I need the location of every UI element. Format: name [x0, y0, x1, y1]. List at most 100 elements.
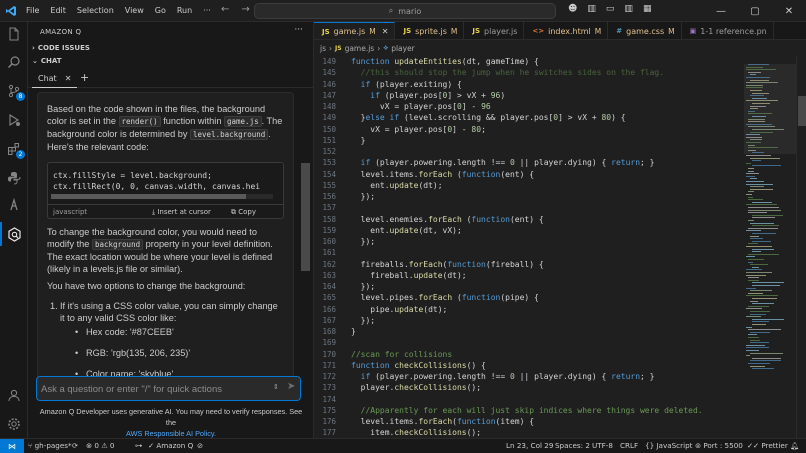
code-line[interactable]: ent.update(dt); — [351, 180, 442, 191]
menu-go[interactable]: Go — [155, 6, 166, 15]
toggle-secondary-sidebar-icon[interactable]: ▥ — [624, 4, 633, 14]
back-arrow-icon[interactable]: ← — [221, 4, 229, 15]
source-control-icon[interactable]: 8 — [6, 83, 25, 101]
amazon-q-status[interactable]: ✓ Amazon Q — [148, 441, 193, 450]
notification-icon[interactable]: ⊘ — [197, 441, 203, 450]
editor-tab[interactable]: ▣ 1-1 reference.pn — [682, 22, 774, 39]
copilot-icon[interactable]: ☻ — [568, 4, 577, 14]
new-chat-tab-button[interactable]: + — [80, 71, 89, 84]
search-view-icon[interactable] — [6, 54, 22, 70]
code-line[interactable]: if (player.pos[0] > vX + 96) — [351, 90, 505, 101]
end-of-line[interactable]: CRLF — [620, 441, 638, 450]
code-line[interactable]: } — [351, 326, 356, 337]
close-tab-icon[interactable]: ✕ — [65, 74, 72, 83]
history-updown-icon[interactable]: ⇕ — [273, 383, 279, 391]
remote-indicator-icon[interactable]: ⋈ — [0, 439, 24, 453]
sidebar-more-actions-icon[interactable]: ··· — [294, 25, 303, 35]
bell-icon[interactable]: 🔔︎ — [790, 441, 799, 450]
code-line[interactable]: if (player.exiting) { — [351, 79, 462, 90]
section-code-issues[interactable]: › CODE ISSUES — [32, 41, 310, 55]
settings-gear-icon[interactable] — [6, 416, 22, 432]
language-mode[interactable]: {} JavaScript — [645, 441, 692, 450]
insert-at-cursor-button[interactable]: ⤓ Insert at cursor — [152, 208, 211, 217]
send-icon[interactable]: ➤ — [287, 381, 295, 392]
toggle-primary-sidebar-icon[interactable]: ▥ — [587, 4, 596, 14]
editor-tab[interactable]: # game.css M — [608, 22, 682, 39]
code-line[interactable]: player.checkCollisions(); — [351, 382, 481, 393]
chat-input[interactable] — [41, 381, 261, 397]
cursor-position[interactable]: Ln 23, Col 29 — [506, 441, 553, 450]
menu-selection[interactable]: Selection — [77, 6, 114, 15]
code-line[interactable]: ent.update(dt, vX); — [351, 225, 462, 236]
breadcrumb-folder[interactable]: js — [320, 44, 326, 53]
responsible-ai-policy-link[interactable]: AWS Responsible AI Policy. — [126, 429, 216, 438]
minimize-icon[interactable]: — — [704, 0, 738, 22]
chat-scrollbar-thumb[interactable] — [301, 163, 310, 271]
editor-tab[interactable]: JS player.js — [464, 22, 525, 39]
code-line[interactable]: }); — [351, 191, 375, 202]
code-line[interactable]: level.items.forEach(function(item) { — [351, 416, 534, 427]
maximize-icon[interactable]: ▢ — [738, 0, 772, 22]
breadcrumb-file[interactable]: game.js — [345, 44, 375, 53]
code-line[interactable]: //scan for collisions — [351, 349, 452, 360]
code-line[interactable]: level.pipes.forEach (function(pipe) { — [351, 292, 539, 303]
code-line[interactable]: vX = player.pos[0] - 80; — [351, 124, 486, 135]
code-line[interactable]: }else if (level.scrolling && player.pos[… — [351, 112, 626, 123]
toggle-panel-icon[interactable]: ▭ — [606, 4, 615, 14]
ports-icon[interactable]: ⊶ — [135, 441, 142, 450]
editor-vertical-scrollbar[interactable] — [796, 56, 806, 438]
forward-arrow-icon[interactable]: → — [241, 4, 249, 15]
code-snippet-text[interactable]: ctx.fillStyle = level.background; ctx.fi… — [53, 170, 260, 192]
code-line[interactable]: item.checkCollisions(); — [351, 427, 481, 438]
branch-status[interactable]: ⑂ gh-pages* — [28, 441, 72, 450]
copy-button[interactable]: ⧉ Copy — [231, 208, 256, 217]
menu-file[interactable]: File — [26, 6, 39, 15]
extensions-icon[interactable]: 2 — [6, 141, 25, 159]
code-line[interactable]: }); — [351, 281, 375, 292]
code-line[interactable]: fireball.update(dt); — [351, 270, 466, 281]
code-editor[interactable]: 149 145 146 147 148 149 150 151 152 153 154 155 156 1… — [314, 56, 744, 438]
encoding[interactable]: UTF-8 — [592, 441, 613, 450]
editor-tab[interactable]: JS sprite.js M — [395, 22, 465, 39]
code-line[interactable]: if (player.powering.length !== 0 || play… — [351, 157, 655, 168]
python-icon[interactable] — [6, 170, 22, 186]
close-window-icon[interactable]: ✕ — [772, 0, 806, 22]
code-line[interactable]: //this should stop the jump when he swit… — [351, 67, 664, 78]
code-line[interactable]: } — [351, 135, 366, 146]
code-line[interactable]: if (player.powering.length !== 0 || play… — [351, 371, 655, 382]
sync-icon[interactable]: ⟳ — [72, 441, 78, 450]
editor-tab[interactable]: JS game.js M ✕ — [314, 22, 396, 39]
close-tab-icon[interactable]: ✕ — [382, 27, 389, 36]
code-line[interactable]: function checkCollisions() { — [351, 360, 486, 371]
editor-tab[interactable]: <> index.html M — [524, 22, 609, 39]
prettier-status[interactable]: ✓✓ Prettier — [747, 441, 788, 450]
section-chat[interactable]: ⌄ CHAT — [32, 54, 310, 68]
indentation[interactable]: Spaces: 2 — [555, 441, 590, 450]
code-line[interactable]: vX = player.pos[0] - 96 — [351, 101, 491, 112]
run-debug-icon[interactable] — [6, 112, 22, 128]
breadcrumb-symbol[interactable]: player — [391, 44, 415, 53]
minimap-viewport[interactable] — [744, 64, 796, 154]
code-line[interactable]: level.items.forEach (function(ent) { — [351, 169, 534, 180]
code-line[interactable]: fireballs.forEach(function(fireball) { — [351, 259, 544, 270]
amazon-q-icon[interactable] — [6, 226, 22, 242]
code-line[interactable]: level.enemies.forEach (function(ent) { — [351, 214, 544, 225]
code-line[interactable]: }); — [351, 236, 375, 247]
live-server-port[interactable]: ⊚ Port : 5500 — [695, 441, 743, 450]
menu-edit[interactable]: Edit — [50, 6, 66, 15]
aws-toolkit-icon[interactable] — [6, 197, 22, 213]
explorer-icon[interactable] — [6, 26, 22, 42]
command-center-search[interactable]: ⌕ mario — [254, 3, 556, 19]
menu-more[interactable]: ··· — [203, 6, 211, 15]
code-line[interactable]: //Apparently for each will just skip ind… — [351, 405, 703, 416]
code-line[interactable]: pipe.update(dt); — [351, 304, 447, 315]
problems-status[interactable]: ⊗ 0 ⚠ 0 — [86, 441, 115, 450]
menu-view[interactable]: View — [125, 6, 144, 15]
code-line[interactable]: function updateEntities(dt, gameTime) { — [351, 56, 539, 67]
customize-layout-icon[interactable]: ▦ — [643, 4, 652, 14]
minimap[interactable] — [744, 56, 796, 438]
code-line[interactable]: }); — [351, 315, 375, 326]
chat-tab[interactable]: Chat ✕ — [32, 70, 78, 88]
horizontal-scrollbar-thumb[interactable] — [51, 194, 246, 199]
account-icon[interactable] — [6, 387, 22, 403]
